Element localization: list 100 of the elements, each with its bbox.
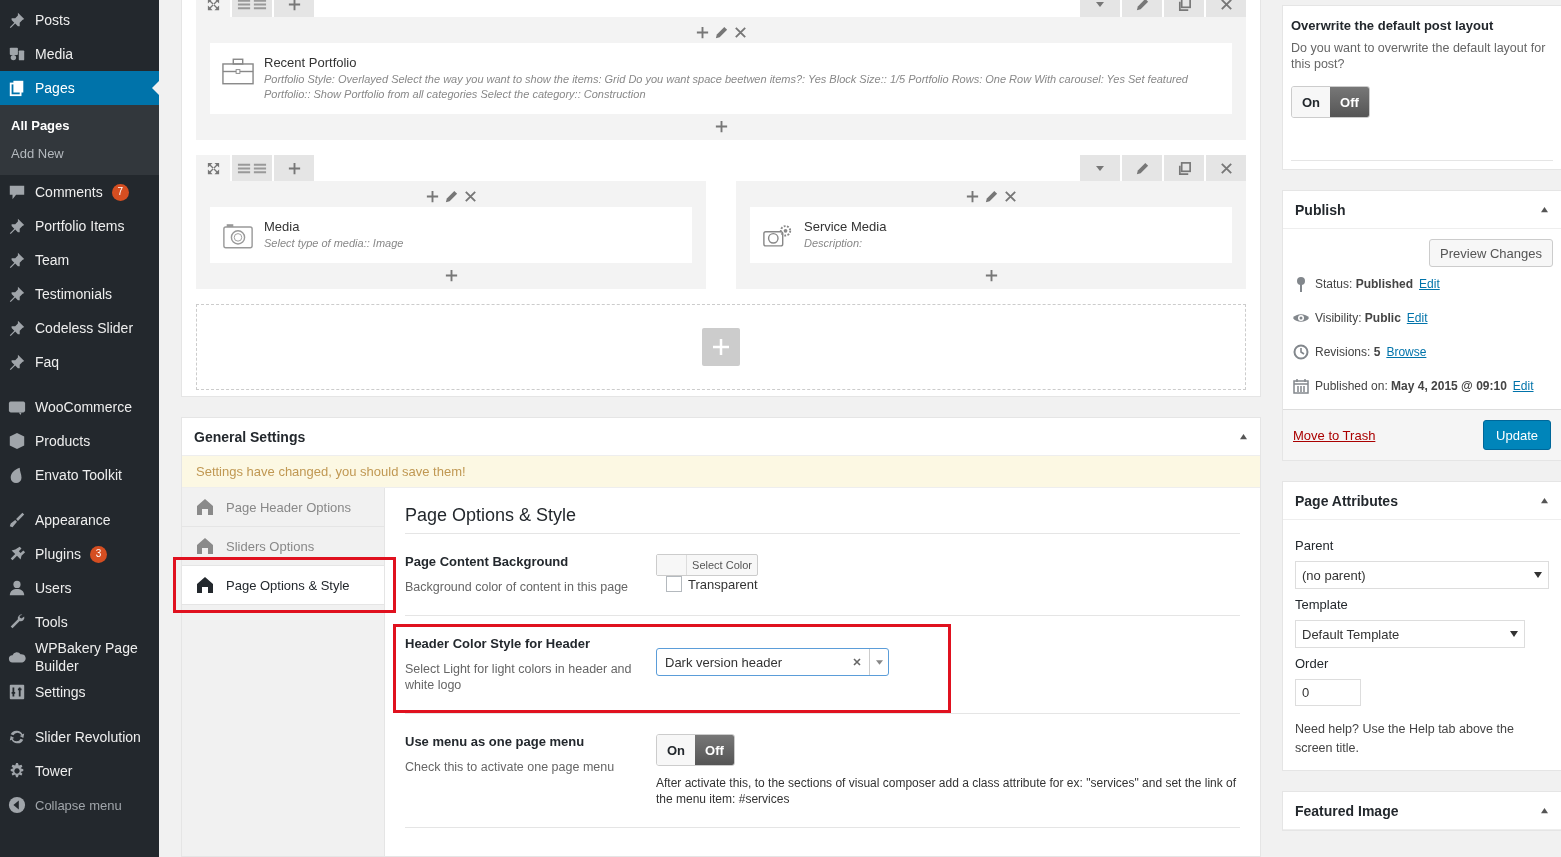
comment-icon: [8, 183, 26, 201]
box-title: Overwrite the default post layout: [1291, 18, 1495, 33]
close-icon[interactable]: [462, 188, 478, 204]
on-off-switch[interactable]: On Off: [1291, 86, 1370, 118]
preview-changes-button[interactable]: Preview Changes: [1429, 239, 1553, 267]
close-icon[interactable]: [1002, 188, 1018, 204]
pencil-icon[interactable]: [983, 188, 999, 204]
add-element-icon[interactable]: [443, 267, 459, 283]
house-icon: [196, 576, 214, 594]
pin-icon: [8, 285, 26, 303]
collapse-menu-button[interactable]: Collapse menu: [0, 788, 159, 822]
setting-label: Page Content Background: [405, 554, 570, 569]
publish-info: Revisions: 5: [1315, 345, 1381, 359]
field-label: Parent: [1295, 538, 1335, 553]
close-icon[interactable]: [1218, 160, 1234, 176]
settings-tab[interactable]: Page Options & Style: [182, 566, 384, 605]
add-element-icon[interactable]: [983, 267, 999, 283]
collapse-triangle-icon[interactable]: [1239, 433, 1248, 440]
element-card[interactable]: [210, 43, 1232, 114]
pencil-icon[interactable]: [713, 24, 729, 40]
columns-layout-icon[interactable]: [237, 0, 267, 12]
box-description: Do you want to overwrite the default layout for this post?: [1291, 40, 1547, 72]
menu-item[interactable]: Slider Revolution: [0, 720, 159, 754]
menu-item[interactable]: Posts: [0, 3, 159, 37]
menu-item[interactable]: Pages: [0, 71, 159, 105]
menu-item[interactable]: Faq: [0, 345, 159, 379]
field-label: Order: [1295, 656, 1330, 671]
menu-item[interactable]: Plugins 3: [0, 537, 159, 571]
plus-icon[interactable]: [964, 188, 980, 204]
add-column-icon[interactable]: [286, 160, 302, 176]
setting-description: Background color of content in this page: [405, 579, 630, 595]
box-title: Featured Image: [1295, 802, 1399, 819]
pencil-icon[interactable]: [443, 188, 459, 204]
collapse-triangle-icon[interactable]: [1540, 807, 1549, 814]
setting-description: Check this to activate one page menu: [405, 759, 616, 775]
duplicate-icon[interactable]: [1176, 0, 1192, 12]
box-title: Page Attributes: [1295, 492, 1398, 509]
checkbox[interactable]: [666, 576, 682, 592]
menu-item[interactable]: WPBakery Page Builder: [0, 639, 159, 675]
select-field[interactable]: Dark version header: [656, 648, 889, 676]
pin-icon: [8, 217, 26, 235]
duplicate-icon[interactable]: [1176, 160, 1192, 176]
sliders-icon: [8, 683, 26, 701]
setting-note: After activate this, to the sections of visual composer add a class attribute for ex: "services" and set the link of the menu item: #services: [656, 775, 1238, 807]
close-icon[interactable]: [1218, 0, 1234, 12]
pencil-icon[interactable]: [1134, 0, 1150, 12]
menu-item[interactable]: Tools: [0, 605, 159, 639]
menu-item[interactable]: Portfolio Items: [0, 209, 159, 243]
color-picker-button[interactable]: Select Color: [656, 554, 758, 576]
menu-item[interactable]: Envato Toolkit: [0, 458, 159, 492]
menu-item[interactable]: Settings: [0, 675, 159, 709]
caret-icon: [1510, 631, 1518, 637]
menu-item[interactable]: Appearance: [0, 503, 159, 537]
house-icon: [196, 498, 214, 516]
menu-item[interactable]: WooCommerce: [0, 390, 159, 424]
add-column-icon[interactable]: [286, 0, 302, 12]
on-off-switch[interactable]: On Off: [656, 734, 735, 766]
calendar-icon: [1293, 378, 1309, 394]
edit-link[interactable]: Edit: [1419, 277, 1440, 291]
move-to-trash-link[interactable]: Move to Trash: [1293, 427, 1376, 443]
close-icon[interactable]: [732, 24, 748, 40]
publish-info: Published on: May 4, 2015 @ 09:10: [1315, 379, 1507, 393]
camera-gear-icon: [762, 222, 794, 249]
element-description: Description:: [804, 236, 864, 251]
collapse-triangle-icon[interactable]: [1540, 497, 1549, 504]
menu-item[interactable]: Media: [0, 37, 159, 71]
pin-icon: [8, 251, 26, 269]
user-icon: [8, 579, 26, 597]
add-element-icon[interactable]: [713, 118, 729, 134]
plus-icon[interactable]: [424, 188, 440, 204]
section-title: Page Options & Style: [405, 488, 1240, 534]
menu-item[interactable]: Codeless Slider: [0, 311, 159, 345]
pencil-icon[interactable]: [1134, 160, 1150, 176]
plus-icon[interactable]: [694, 24, 710, 40]
edit-link[interactable]: Edit: [1406, 311, 1428, 325]
element-card[interactable]: Service Media Description:: [750, 207, 1232, 263]
select-field[interactable]: Default Template: [1295, 620, 1525, 648]
submenu-item[interactable]: Add New: [0, 140, 159, 168]
element-description: Portfolio Style: Overlayed Select the way you want to show the items: Grid Do you want space beetwen items?: Yes Block Size:: 1/5 Portfolio Rows: One Row With carousel: Yes Set featured Portfolio:: Show Portfolio from all categories Select the category:: Construction: [264, 72, 1189, 102]
menu-item[interactable]: Products: [0, 424, 159, 458]
select-field[interactable]: (no parent): [1295, 561, 1549, 589]
menu-item[interactable]: Comments 7: [0, 175, 159, 209]
clear-icon[interactable]: [853, 658, 861, 666]
panel-title: General Settings: [194, 428, 306, 445]
move-arrows-icon[interactable]: [205, 160, 221, 176]
input-field[interactable]: 0: [1295, 679, 1361, 706]
update-button[interactable]: Update: [1483, 420, 1551, 450]
element-card[interactable]: Media Select type of media:: Image: [210, 207, 692, 263]
collapse-triangle-icon[interactable]: [1540, 206, 1549, 213]
help-text: Need help? Use the Help tab above the screen title.: [1295, 721, 1515, 757]
menu-item[interactable]: Testimonials: [0, 277, 159, 311]
submenu-item[interactable]: All Pages: [0, 112, 159, 140]
edit-link[interactable]: Edit: [1512, 379, 1534, 393]
menu-item[interactable]: Tower: [0, 754, 159, 788]
menu-item[interactable]: Team: [0, 243, 159, 277]
menu-item[interactable]: Users: [0, 571, 159, 605]
briefcase-icon: [222, 58, 254, 85]
history-icon: [1293, 344, 1309, 360]
edit-link[interactable]: Browse: [1386, 345, 1427, 359]
move-arrows-icon[interactable]: [205, 0, 221, 12]
